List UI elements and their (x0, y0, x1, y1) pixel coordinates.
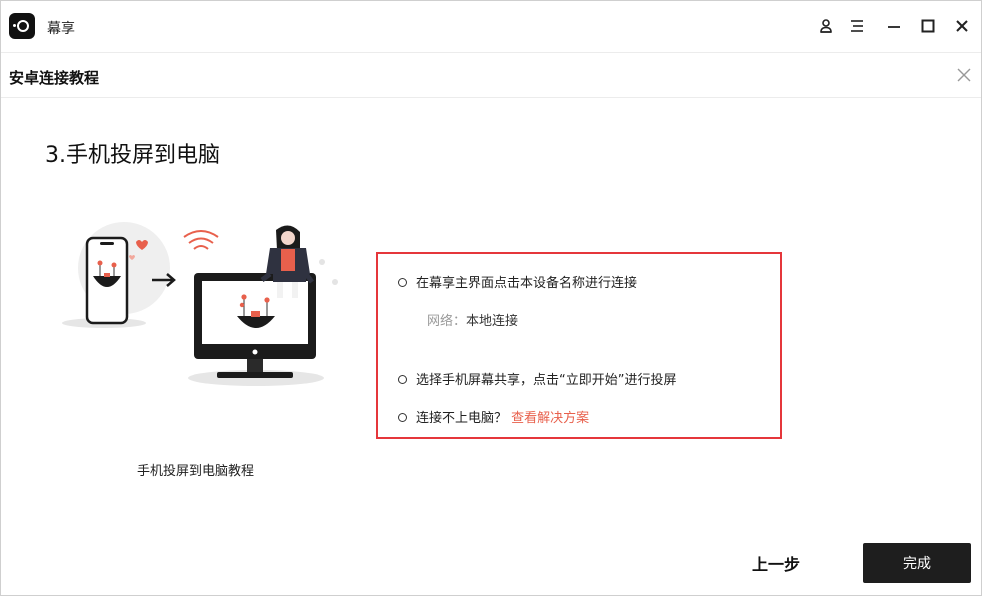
network-label: 网络： (427, 314, 467, 329)
illustration-caption: 手机投屏到电脑教程 (137, 464, 255, 479)
dialog-title: 安卓连接教程 (9, 69, 100, 87)
instruction-item-help: 连接不上电脑？ 查看解决方案 (398, 407, 589, 426)
maximize-icon[interactable] (917, 15, 939, 37)
instruction-item-connect: 在幕享主界面点击本设备名称进行连接 (398, 272, 637, 291)
phone-to-pc-illustration (56, 216, 346, 391)
done-button[interactable]: 完成 (863, 543, 971, 583)
solution-link[interactable]: 查看解决方案 (511, 411, 589, 426)
step-title: 3.手机投屏到电脑 (45, 143, 220, 168)
dialog-close-icon[interactable] (955, 66, 975, 86)
instruction-item-share: 选择手机屏幕共享，点击“立即开始”进行投屏 (398, 369, 676, 388)
network-info: 网络：本地连接 (427, 310, 518, 329)
previous-step-button[interactable]: 上一步 (737, 544, 815, 582)
bullet-icon (398, 413, 407, 422)
app-title: 幕享 (47, 21, 75, 37)
network-value: 本地连接 (466, 314, 519, 329)
app-window: 幕享 安卓连接教程 3.手机投屏到电脑 手机投屏到电脑教程 在幕享主界面点击本设… (0, 0, 982, 596)
instructions-box: 在幕享主界面点击本设备名称进行连接 网络：本地连接 选择手机屏幕共享，点击“立即… (376, 252, 782, 439)
dialog-header: 安卓连接教程 (1, 54, 981, 98)
user-icon[interactable] (815, 15, 837, 37)
instruction-text: 连接不上电脑？ (416, 411, 508, 426)
instruction-text: 在幕享主界面点击本设备名称进行连接 (416, 276, 638, 291)
app-logo-icon (9, 13, 35, 39)
bullet-icon (398, 375, 407, 384)
instruction-text: 选择手机屏幕共享，点击“立即开始”进行投屏 (416, 373, 677, 388)
title-bar: 幕享 (1, 1, 981, 53)
minimize-icon[interactable] (883, 15, 905, 37)
bullet-icon (398, 278, 407, 287)
close-icon[interactable] (951, 15, 973, 37)
menu-icon[interactable] (846, 15, 868, 37)
